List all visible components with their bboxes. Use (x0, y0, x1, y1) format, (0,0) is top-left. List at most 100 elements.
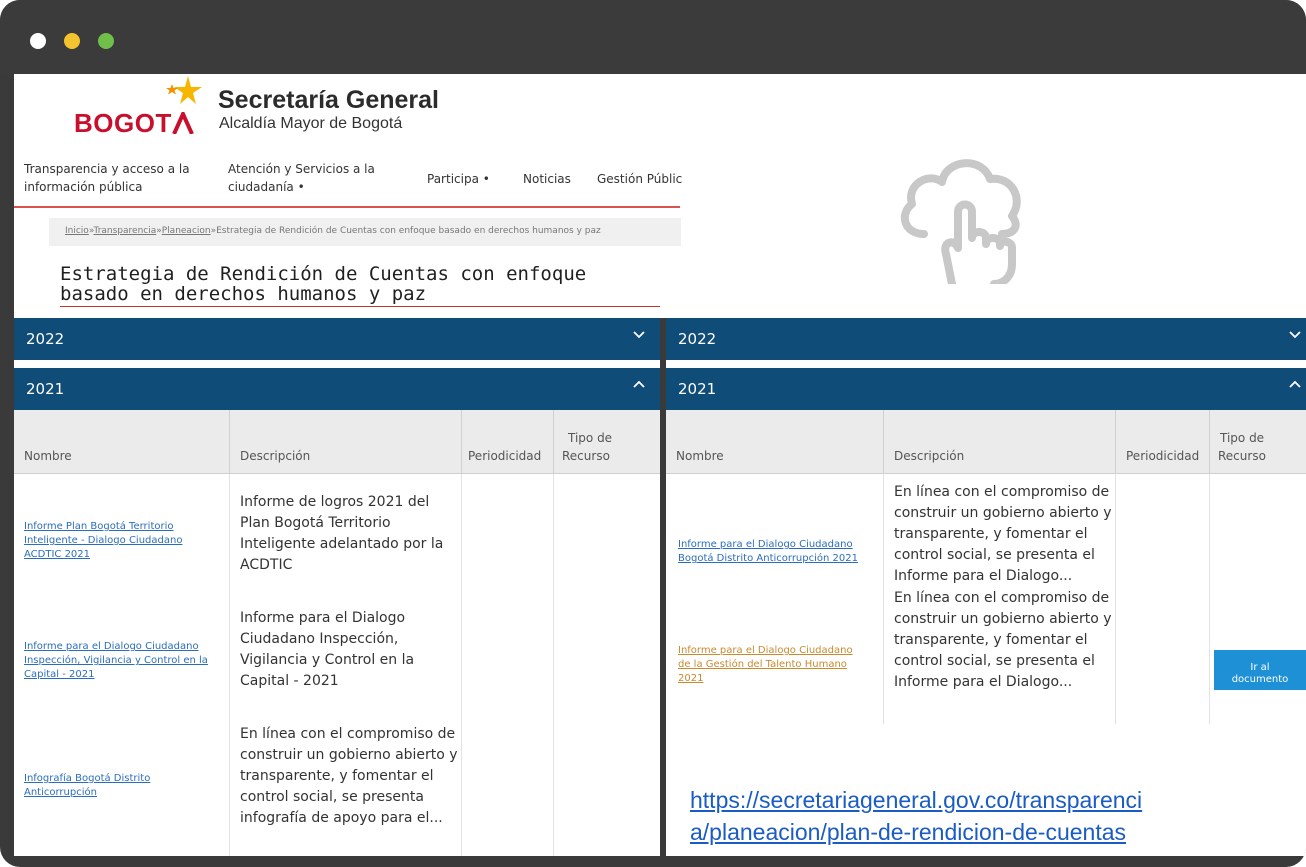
desc-line: transparente, y fomentar el (894, 632, 1088, 648)
nav-item-participa[interactable]: Participa • (427, 170, 490, 188)
desc-line: Informe de logros 2021 del (240, 494, 430, 510)
header-label: Periodicidad (468, 449, 542, 463)
link-line: Anticorrupción (24, 787, 97, 798)
accordion-label: 2022 (678, 330, 717, 348)
org-title: Secretaría General (218, 86, 439, 114)
desc-line: transparente, y fomentar el (894, 526, 1088, 542)
header-tipo[interactable]: Tipo de Recurso (1210, 410, 1306, 474)
header-label: Tipo de (1220, 431, 1265, 445)
link-line: de la Gestión del Talento Humano (678, 659, 847, 670)
document-link[interactable]: Infografía Bogotá Distrito Anticorrupció… (24, 772, 150, 800)
document-link[interactable]: Informe para el Dialogo Ciudadano Inspec… (24, 640, 208, 682)
header-label: Tipo de (568, 431, 613, 445)
desc-line: Informe para el Dialogo... (894, 568, 1073, 584)
bogota-logo[interactable]: BOGOT (74, 108, 194, 139)
page-content: BOGOT Secretaría General Alcaldía Mayor … (14, 74, 1306, 856)
desc-line: Informe para el Dialogo (240, 610, 406, 626)
source-url-link[interactable]: https://secretariageneral.gov.co/transpa… (690, 784, 1142, 848)
accordion-2021-right[interactable]: 2021 (666, 368, 1306, 410)
breadcrumb: Inicio»Transparencia»Planeacion»Estrateg… (49, 218, 681, 246)
logo-text: BOGOT (74, 108, 172, 138)
breadcrumb-current: Estrategia de Rendición de Cuentas con e… (216, 226, 601, 236)
browser-window: BOGOT Secretaría General Alcaldía Mayor … (0, 0, 1306, 867)
header-label: Descripción (894, 449, 965, 463)
page-title: Estrategia de Rendición de Cuentas con e… (60, 264, 660, 307)
button-label: Ir al (1250, 662, 1270, 673)
nav-item-transparencia[interactable]: Transparencia y acceso a la información … (24, 160, 190, 196)
main-nav: Transparencia y acceso a la información … (14, 154, 682, 208)
header-descripcion[interactable]: Descripción (884, 410, 1116, 474)
link-line: Informe para el Dialogo Ciudadano (678, 539, 853, 550)
desc-line: Ciudadano Inspección, (240, 631, 399, 647)
link-line: Inspección, Vigilancia y Control en la (24, 655, 208, 666)
link-line: Infografía Bogotá Distrito (24, 773, 151, 784)
desc-line: Vigilancia y Control en la (240, 652, 415, 668)
header-label: Descripción (240, 449, 311, 463)
accordion-label: 2021 (26, 380, 65, 398)
desc-line: Plan Bogotá Territorio (240, 515, 391, 531)
page-title-line: Estrategia de Rendición de Cuentas con e… (60, 263, 587, 285)
url-line: a/planeacion/plan-de-rendicion-de-cuenta… (690, 819, 1127, 845)
window-dot-3[interactable] (98, 33, 114, 49)
nav-item-gestion[interactable]: Gestión Públic (597, 170, 682, 188)
column-divider (666, 474, 884, 724)
desc-line: infografía de apoyo para el... (240, 810, 443, 826)
accordion-2022-left[interactable]: 2022 (14, 318, 660, 360)
link-line: Informe Plan Bogotá Territorio (24, 521, 174, 532)
description-cell: Informe para el Dialogo Ciudadano Inspec… (240, 608, 414, 692)
nav-item-noticias[interactable]: Noticias (523, 170, 571, 188)
description-cell: Informe de logros 2021 del Plan Bogotá T… (240, 492, 443, 576)
breadcrumb-transparencia[interactable]: Transparencia (94, 226, 157, 236)
desc-line: En línea con el compromiso de (240, 726, 456, 742)
breadcrumb-planeacion[interactable]: Planeacion (162, 226, 211, 236)
star-icon (166, 76, 202, 104)
nav-label: Transparencia y acceso a la (24, 162, 190, 176)
cloud-touch-icon (900, 159, 1021, 284)
page-title-line: basado en derechos humanos y paz (60, 283, 427, 305)
header-tipo[interactable]: Tipo de Recurso (554, 410, 660, 474)
link-line: Capital - 2021 (24, 669, 95, 680)
desc-line: Informe para el Dialogo... (894, 674, 1073, 690)
link-line: Bogotá Distrito Anticorrupción 2021 (678, 553, 858, 564)
breadcrumb-inicio[interactable]: Inicio (65, 226, 89, 236)
chevron-up-icon (632, 376, 646, 395)
header-label: Nombre (676, 449, 724, 463)
desc-line: control social, se presenta (240, 789, 424, 805)
header-nombre[interactable]: Nombre (666, 410, 884, 474)
accordion-label: 2021 (678, 380, 717, 398)
description-cell: En línea con el compromiso de construir … (240, 724, 458, 829)
description-cell: En línea con el compromiso de construir … (894, 588, 1112, 693)
header-periodicidad[interactable]: Periodicidad (462, 410, 554, 474)
table-left: Nombre Descripción Periodicidad Tipo de … (14, 410, 660, 856)
ir-al-documento-button[interactable]: Ir al documento (1214, 650, 1306, 690)
document-link[interactable]: Informe para el Dialogo Ciudadano de la … (678, 644, 853, 686)
accordion-2022-right[interactable]: 2022 (666, 318, 1306, 360)
header-label: Recurso (1218, 449, 1266, 463)
window-dot-2[interactable] (64, 33, 80, 49)
accordion-2021-left[interactable]: 2021 (14, 368, 660, 410)
url-line: https://secretariageneral.gov.co/transpa… (690, 787, 1143, 813)
chevron-down-icon (1288, 326, 1302, 345)
link-line: Inteligente - Dialogo Ciudadano (24, 535, 183, 546)
window-dot-1[interactable] (30, 33, 46, 49)
nav-label: información pública (24, 180, 143, 194)
accordion-label: 2022 (26, 330, 65, 348)
document-link[interactable]: Informe Plan Bogotá Territorio Inteligen… (24, 520, 182, 562)
link-line: ACDTIC 2021 (24, 549, 91, 560)
link-line: Informe para el Dialogo Ciudadano (678, 645, 853, 656)
nav-item-atencion[interactable]: Atención y Servicios a la ciudadanía • (228, 160, 375, 196)
link-line: Informe para el Dialogo Ciudadano (24, 641, 199, 652)
org-subtitle: Alcaldía Mayor de Bogotá (219, 115, 403, 132)
desc-line: transparente, y fomentar el (240, 768, 434, 784)
desc-line: control social, se presenta el (894, 547, 1095, 563)
description-cell: En línea con el compromiso de construir … (894, 482, 1112, 587)
header-label: Nombre (24, 449, 72, 463)
header-periodicidad[interactable]: Periodicidad (1116, 410, 1210, 474)
header-nombre[interactable]: Nombre (14, 410, 230, 474)
header-descripcion[interactable]: Descripción (230, 410, 462, 474)
desc-line: ACDTIC (240, 557, 293, 573)
desc-line: Inteligente adelantado por la (240, 536, 444, 552)
column-divider (1116, 474, 1210, 724)
document-link[interactable]: Informe para el Dialogo Ciudadano Bogotá… (678, 538, 858, 566)
desc-line: construir un gobierno abierto y (894, 611, 1112, 627)
